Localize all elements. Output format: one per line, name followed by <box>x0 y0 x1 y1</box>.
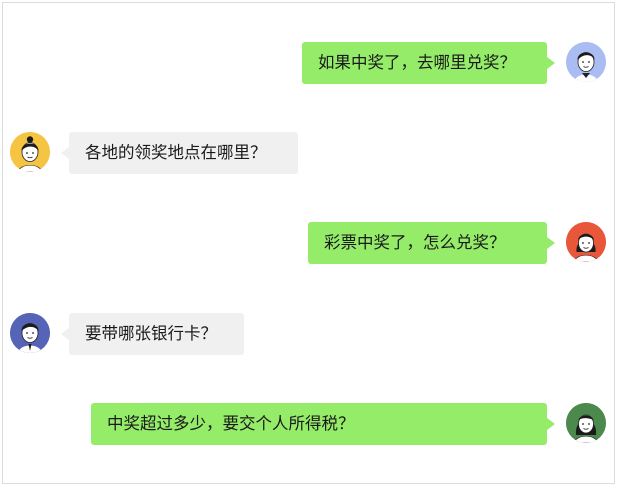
message-bubble-incoming[interactable]: 要带哪张银行卡？ <box>61 313 244 355</box>
female-avatar-red-icon[interactable] <box>566 222 606 262</box>
message-bubble-incoming[interactable]: 各地的领奖地点在哪里？ <box>61 132 298 174</box>
male-avatar-indigo-icon[interactable] <box>10 313 50 353</box>
message-bubble-outgoing[interactable]: 彩票中奖了，怎么兑奖？ <box>308 222 555 264</box>
message-bubble-outgoing[interactable]: 中奖超过多少，要交个人所得税？ <box>91 403 555 445</box>
message-bubble-outgoing[interactable]: 如果中奖了，去哪里兑奖？ <box>302 42 555 84</box>
female-avatar-yellow-icon[interactable] <box>10 132 50 172</box>
male-avatar-blue-icon[interactable] <box>566 42 606 82</box>
female-avatar-green-icon[interactable] <box>566 403 606 443</box>
